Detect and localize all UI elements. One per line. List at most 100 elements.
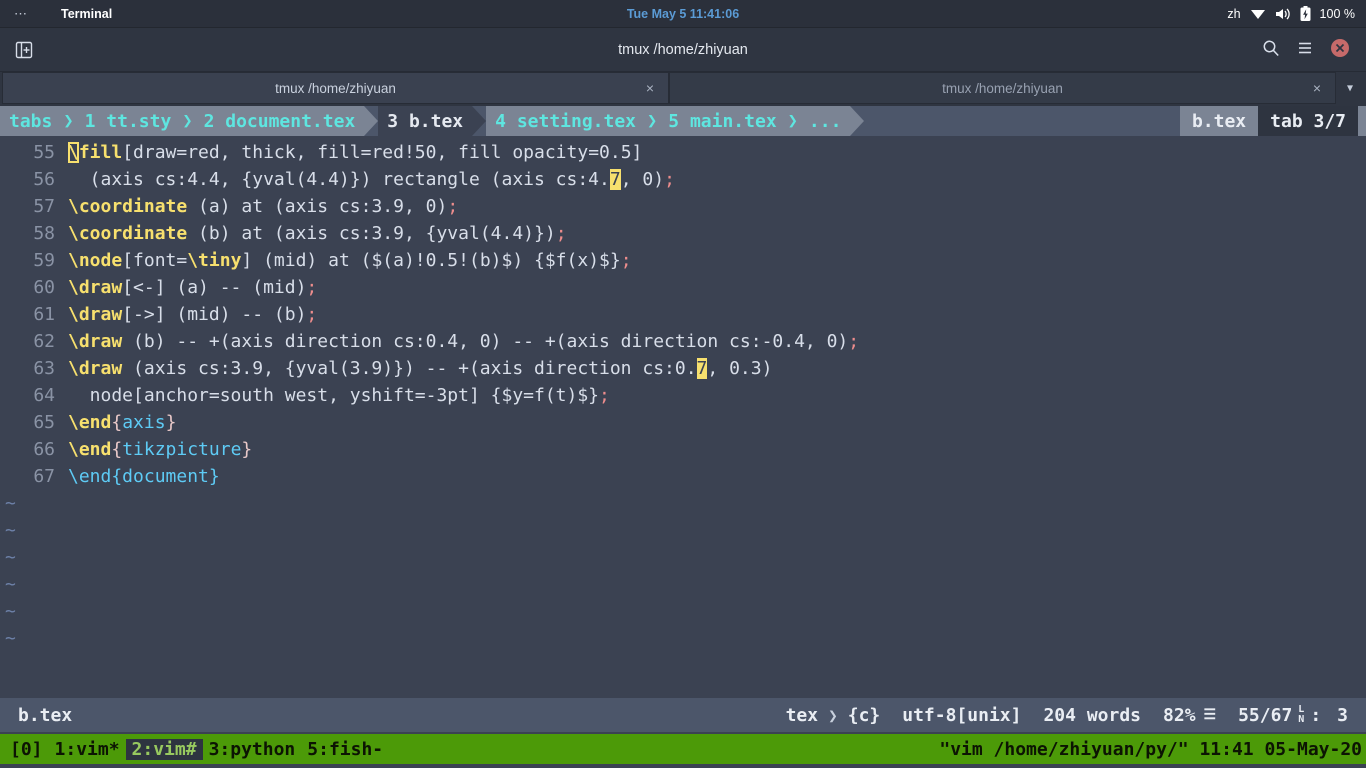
- terminal-tab-1[interactable]: tmux /home/zhiyuan ×: [2, 72, 669, 104]
- statusline-filetype: tex: [785, 704, 819, 726]
- tabline-tail: [1358, 106, 1366, 136]
- code-text: \coordinate (b) at (axis cs:3.9, {yval(4…: [68, 223, 567, 244]
- tabline-arrow-out-of-current: [472, 106, 487, 136]
- screen: ⋯ Terminal Tue May 5 11:41:06 zh 100 % t…: [0, 0, 1366, 768]
- statusline-lines-icon: ☰: [1203, 707, 1217, 723]
- line-number: 57: [33, 196, 55, 217]
- line-number: 63: [33, 358, 55, 379]
- empty-line: ~: [0, 598, 1366, 625]
- code-token: , 0): [620, 169, 665, 190]
- code-text: \draw[->] (mid) -- (b);: [68, 304, 317, 325]
- code-token: ;: [620, 250, 632, 271]
- tmux-window-1[interactable]: 1:vim*: [49, 739, 126, 760]
- statusline-word-count: 204 words: [1043, 704, 1142, 726]
- code-line[interactable]: 56 (axis cs:4.4, {yval(4.4)}) rectangle …: [0, 166, 1366, 193]
- tabline-sep-4: ❯: [785, 106, 800, 136]
- empty-line: ~: [0, 490, 1366, 517]
- vim-buffer[interactable]: 55 \fill[draw=red, thick, fill=red!50, fi…: [0, 136, 1366, 698]
- code-token: ;: [447, 196, 459, 217]
- tabline-buffer-2[interactable]: 2 document.tex: [194, 106, 365, 136]
- code-line[interactable]: 67 \end{document}: [0, 463, 1366, 490]
- code-token: (b) at (axis cs:3.9, {yval(4.4)}): [187, 223, 556, 244]
- code-token: ;: [664, 169, 675, 190]
- empty-line: ~: [0, 625, 1366, 652]
- tmux-window-list[interactable]: [0] 1:vim* 2:vim# 3:python 5:fish-: [0, 738, 389, 760]
- active-app-name[interactable]: Terminal: [61, 7, 112, 21]
- tabline-buffer-3-current[interactable]: 3 b.tex: [378, 106, 473, 136]
- code-text: \coordinate (a) at (axis cs:3.9, 0);: [68, 196, 458, 217]
- tabline-buffer-1[interactable]: 1 tt.sty: [75, 106, 181, 136]
- panel-status-area[interactable]: zh 100 %: [1227, 5, 1355, 22]
- line-number-icon-bottom: N: [1298, 714, 1305, 725]
- code-token: \coordinate: [68, 223, 188, 244]
- terminal-tab-2[interactable]: tmux /home/zhiyuan ×: [669, 72, 1336, 104]
- tabline-overflow[interactable]: ...: [799, 106, 851, 136]
- code-line[interactable]: 55 \fill[draw=red, thick, fill=red!50, fi…: [0, 139, 1366, 166]
- code-line[interactable]: 60 \draw[<-] (a) -- (mid);: [0, 274, 1366, 301]
- terminal-tab-1-close-icon[interactable]: ×: [646, 80, 654, 96]
- line-number: 59: [33, 250, 55, 271]
- code-text: \draw (axis cs:3.9, {yval(3.9)}) -- +(ax…: [68, 358, 772, 379]
- vim-statusline: b.tex tex ❯ {c} utf-8[unix] 204 words 82…: [0, 698, 1366, 732]
- code-line[interactable]: 58 \coordinate (b) at (axis cs:3.9, {yval…: [0, 220, 1366, 247]
- activities-dots-icon[interactable]: ⋯: [14, 7, 29, 20]
- code-token: \tiny: [187, 250, 242, 271]
- code-line[interactable]: 59 \node[font=\tiny] (mid) at ($(a)!0.5!(…: [0, 247, 1366, 274]
- empty-line-marker: ~: [5, 520, 16, 541]
- code-line[interactable]: 66 \end{tikzpicture}: [0, 436, 1366, 463]
- code-text: \draw (b) -- +(axis direction cs:0.4, 0)…: [68, 331, 859, 352]
- code-token: [font=: [122, 250, 188, 271]
- tmux-window-2[interactable]: 2:vim#: [125, 738, 203, 760]
- line-number: 62: [33, 331, 55, 352]
- code-line[interactable]: 63 \draw (axis cs:3.9, {yval(3.9)}) -- +(…: [0, 355, 1366, 382]
- code-token: \draw: [68, 277, 123, 298]
- line-number: 58: [33, 223, 55, 244]
- line-number: 64: [33, 385, 55, 406]
- code-token: {: [111, 439, 123, 460]
- line-number-icon: L N: [1298, 705, 1304, 725]
- tabline-buffer-5[interactable]: 5 main.tex: [659, 106, 786, 136]
- code-line[interactable]: 64 node[anchor=south west, yshift=-3pt] …: [0, 382, 1366, 409]
- close-window-button[interactable]: [1330, 38, 1350, 62]
- vim-pane: tabs ❯ 1 tt.sty ❯ 2 document.tex 3 b.tex…: [0, 106, 1366, 732]
- tmux-window-4[interactable]: 5:fish-: [301, 739, 389, 760]
- battery-percent: 100 %: [1319, 6, 1355, 21]
- tmux-statusbar-wrapper: [0] 1:vim* 2:vim# 3:python 5:fish- "vim /ho…: [0, 732, 1366, 768]
- code-text: node[anchor=south west, yshift=-3pt] {$y…: [68, 385, 610, 406]
- empty-line-marker: ~: [5, 574, 16, 595]
- line-number: 56: [33, 169, 55, 190]
- tmux-window-3[interactable]: 3:python: [203, 739, 302, 760]
- code-line[interactable]: 61 \draw[->] (mid) -- (b);: [0, 301, 1366, 328]
- statusline-filename: b.tex: [18, 704, 73, 726]
- tab-overflow-button[interactable]: ▼: [1336, 72, 1364, 104]
- tabline-right-group: b.tex tab 3/7: [1179, 106, 1366, 136]
- new-tab-button[interactable]: [14, 40, 34, 60]
- line-number: 61: [33, 304, 55, 325]
- close-icon: [1331, 38, 1349, 57]
- code-token: axis: [122, 412, 166, 433]
- empty-line-marker: ~: [5, 628, 16, 649]
- statusline-encoding: utf-8[unix]: [902, 704, 1022, 726]
- terminal-tab-2-close-icon[interactable]: ×: [1313, 80, 1321, 96]
- tabline-arrow-into-current: [364, 106, 379, 136]
- search-button[interactable]: [1262, 39, 1280, 61]
- code-line[interactable]: 57 \coordinate (a) at (axis cs:3.9, 0);: [0, 193, 1366, 220]
- code-text: \fill[draw=red, thick, fill=red!50, fill…: [68, 142, 642, 163]
- panel-clock[interactable]: Tue May 5 11:41:06: [0, 7, 1366, 21]
- code-token: [<-] (a) -- (mid): [122, 277, 307, 298]
- window-title: tmux /home/zhiyuan: [618, 41, 748, 58]
- tabline-buffer-4[interactable]: 4 setting.tex: [486, 106, 646, 136]
- line-number: 55: [33, 142, 55, 163]
- statusline-column: 3: [1337, 704, 1348, 726]
- menu-button[interactable]: [1296, 39, 1314, 61]
- code-line[interactable]: 65 \end{axis}: [0, 409, 1366, 436]
- input-source-indicator[interactable]: zh: [1227, 7, 1240, 21]
- window-controls: [1262, 38, 1350, 62]
- code-line[interactable]: 62 \draw (b) -- +(axis direction cs:0.4, …: [0, 328, 1366, 355]
- code-token: }: [165, 412, 177, 433]
- statusline-colon: :: [1310, 704, 1322, 726]
- vim-airline-tabline: tabs ❯ 1 tt.sty ❯ 2 document.tex 3 b.tex…: [0, 106, 1366, 136]
- empty-line-marker: ~: [5, 493, 16, 514]
- tmux-status-right: "vim /home/zhiyuan/py/" 11:41 05-May-20: [939, 738, 1362, 760]
- search-icon: [1263, 40, 1279, 56]
